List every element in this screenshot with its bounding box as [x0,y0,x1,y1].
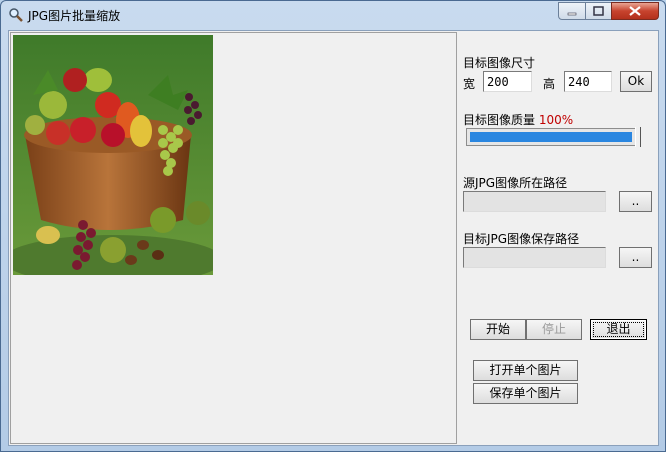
target-browse-button[interactable]: .. [619,247,652,268]
save-single-image-button[interactable]: 保存单个图片 [473,383,578,404]
window-title: JPG图片批量缩放 [28,9,121,23]
source-path-input[interactable] [463,191,606,212]
maximize-button[interactable] [585,2,612,20]
source-browse-button[interactable]: .. [619,191,652,212]
app-window: JPG图片批量缩放 目标图像尺寸 宽 200 高 240 Ok 目标图像质量 1… [0,0,666,452]
close-button[interactable] [611,2,659,20]
quality-percent: 100% [538,113,574,127]
target-path-label: 目标JPG图像保存路径 [463,232,580,246]
image-preview-panel [10,32,457,444]
quality-slider[interactable] [466,128,636,146]
target-quality-label: 目标图像质量 100% [463,111,573,128]
quality-heading: 目标图像质量 [463,113,536,127]
source-path-label: 源JPG图像所在路径 [463,176,568,190]
height-label: 高 [543,77,556,91]
stop-button[interactable]: 停止 [526,319,582,340]
client-area: 目标图像尺寸 宽 高 Ok 目标图像质量 100% 源JPG图像所在路径 .. … [8,30,659,446]
ok-button[interactable]: Ok [620,71,652,92]
minimize-button[interactable] [558,2,586,20]
target-path-input[interactable] [463,247,606,268]
width-label: 宽 [463,77,476,91]
quality-slider-thumb[interactable] [635,127,641,147]
fruit-basket-photo [13,35,213,275]
height-input[interactable] [564,71,612,92]
minimize-icon [567,12,577,16]
quality-slider-fill [470,132,632,142]
control-panel: 目标图像尺寸 宽 高 Ok 目标图像质量 100% 源JPG图像所在路径 .. … [457,31,660,447]
maximize-icon [593,6,604,16]
width-input[interactable] [483,71,532,92]
magnifier-icon [9,8,23,22]
exit-button[interactable]: 退出 [590,319,647,340]
close-icon [629,6,641,16]
start-button[interactable]: 开始 [470,319,526,340]
target-size-label: 目标图像尺寸 [463,56,536,70]
title-bar[interactable]: JPG图片批量缩放 [1,1,665,29]
open-single-image-button[interactable]: 打开单个图片 [473,360,578,381]
